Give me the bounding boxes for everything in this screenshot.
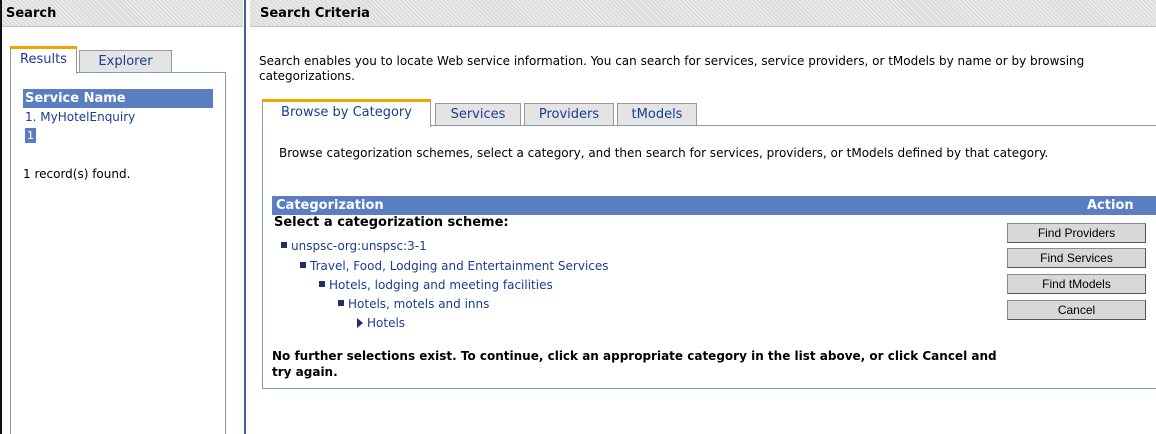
tree-node-hotels-selected: Hotels xyxy=(357,315,405,332)
tree-node-unspsc[interactable]: unspsc-org:unspsc:3-1 xyxy=(281,238,427,255)
tree-node-hotels-motels-inns[interactable]: Hotels, motels and inns xyxy=(338,296,489,313)
no-further-selections-message: No further selections exist. To continue… xyxy=(272,349,997,379)
service-name-column-header: Service Name xyxy=(23,89,213,108)
tab-services[interactable]: Services xyxy=(435,103,521,126)
search-pane: Search Results Explorer Service Name 1. … xyxy=(0,0,243,434)
results-table: Service Name 1. MyHotelEnquiry 1 xyxy=(23,89,213,143)
categorization-column-header: Categorization xyxy=(276,198,384,213)
find-providers-button[interactable]: Find Providers xyxy=(1007,223,1146,243)
tree-node-hotels-lodging-meeting[interactable]: Hotels, lodging and meeting facilities xyxy=(319,277,553,294)
search-criteria-tabs: Browse by Category Services Providers tM… xyxy=(262,99,702,127)
tab-providers[interactable]: Providers xyxy=(524,103,614,126)
cancel-button[interactable]: Cancel xyxy=(1007,300,1146,320)
action-column-header: Action xyxy=(1087,198,1134,213)
frame-border xyxy=(0,0,2,434)
tree-node-label: Hotels, motels and inns xyxy=(348,297,490,311)
browse-by-category-panel: Browse categorization schemes, select a … xyxy=(262,125,1156,389)
tree-node-label: unspsc-org:unspsc:3-1 xyxy=(291,239,427,253)
square-bullet-icon xyxy=(300,262,306,268)
browse-description: Browse categorization schemes, select a … xyxy=(279,146,1049,160)
search-pane-title: Search xyxy=(2,0,243,27)
result-link-myhotelenquiry[interactable]: 1. MyHotelEnquiry xyxy=(23,108,213,126)
find-tmodels-button[interactable]: Find tModels xyxy=(1007,274,1146,294)
tree-node-label: Travel, Food, Lodging and Entertainment … xyxy=(310,259,609,273)
record-count: 1 record(s) found. xyxy=(23,167,131,181)
tree-node-label: Hotels xyxy=(367,316,406,330)
square-bullet-icon xyxy=(338,300,344,306)
select-scheme-prompt: Select a categorization scheme: xyxy=(274,215,509,230)
categorization-table-header: Categorization Action xyxy=(272,196,1156,215)
tab-results[interactable]: Results xyxy=(10,46,77,74)
triangle-right-icon xyxy=(357,318,363,328)
results-panel: Service Name 1. MyHotelEnquiry 1 1 recor… xyxy=(10,72,226,434)
intro-text: Search enables you to locate Web service… xyxy=(259,54,1085,83)
tree-node-label: Hotels, lodging and meeting facilities xyxy=(329,278,553,292)
find-services-button[interactable]: Find Services xyxy=(1007,248,1146,268)
search-criteria-title: Search Criteria xyxy=(250,0,1156,27)
page-number[interactable]: 1 xyxy=(25,128,36,143)
square-bullet-icon xyxy=(281,242,287,248)
tree-node-travel-food-lodging[interactable]: Travel, Food, Lodging and Entertainment … xyxy=(300,258,609,275)
pane-splitter-line[interactable] xyxy=(244,0,246,434)
square-bullet-icon xyxy=(319,281,325,287)
tab-explorer[interactable]: Explorer xyxy=(79,50,172,73)
tab-browse-by-category[interactable]: Browse by Category xyxy=(262,99,431,127)
tab-tmodels[interactable]: tModels xyxy=(617,103,697,126)
